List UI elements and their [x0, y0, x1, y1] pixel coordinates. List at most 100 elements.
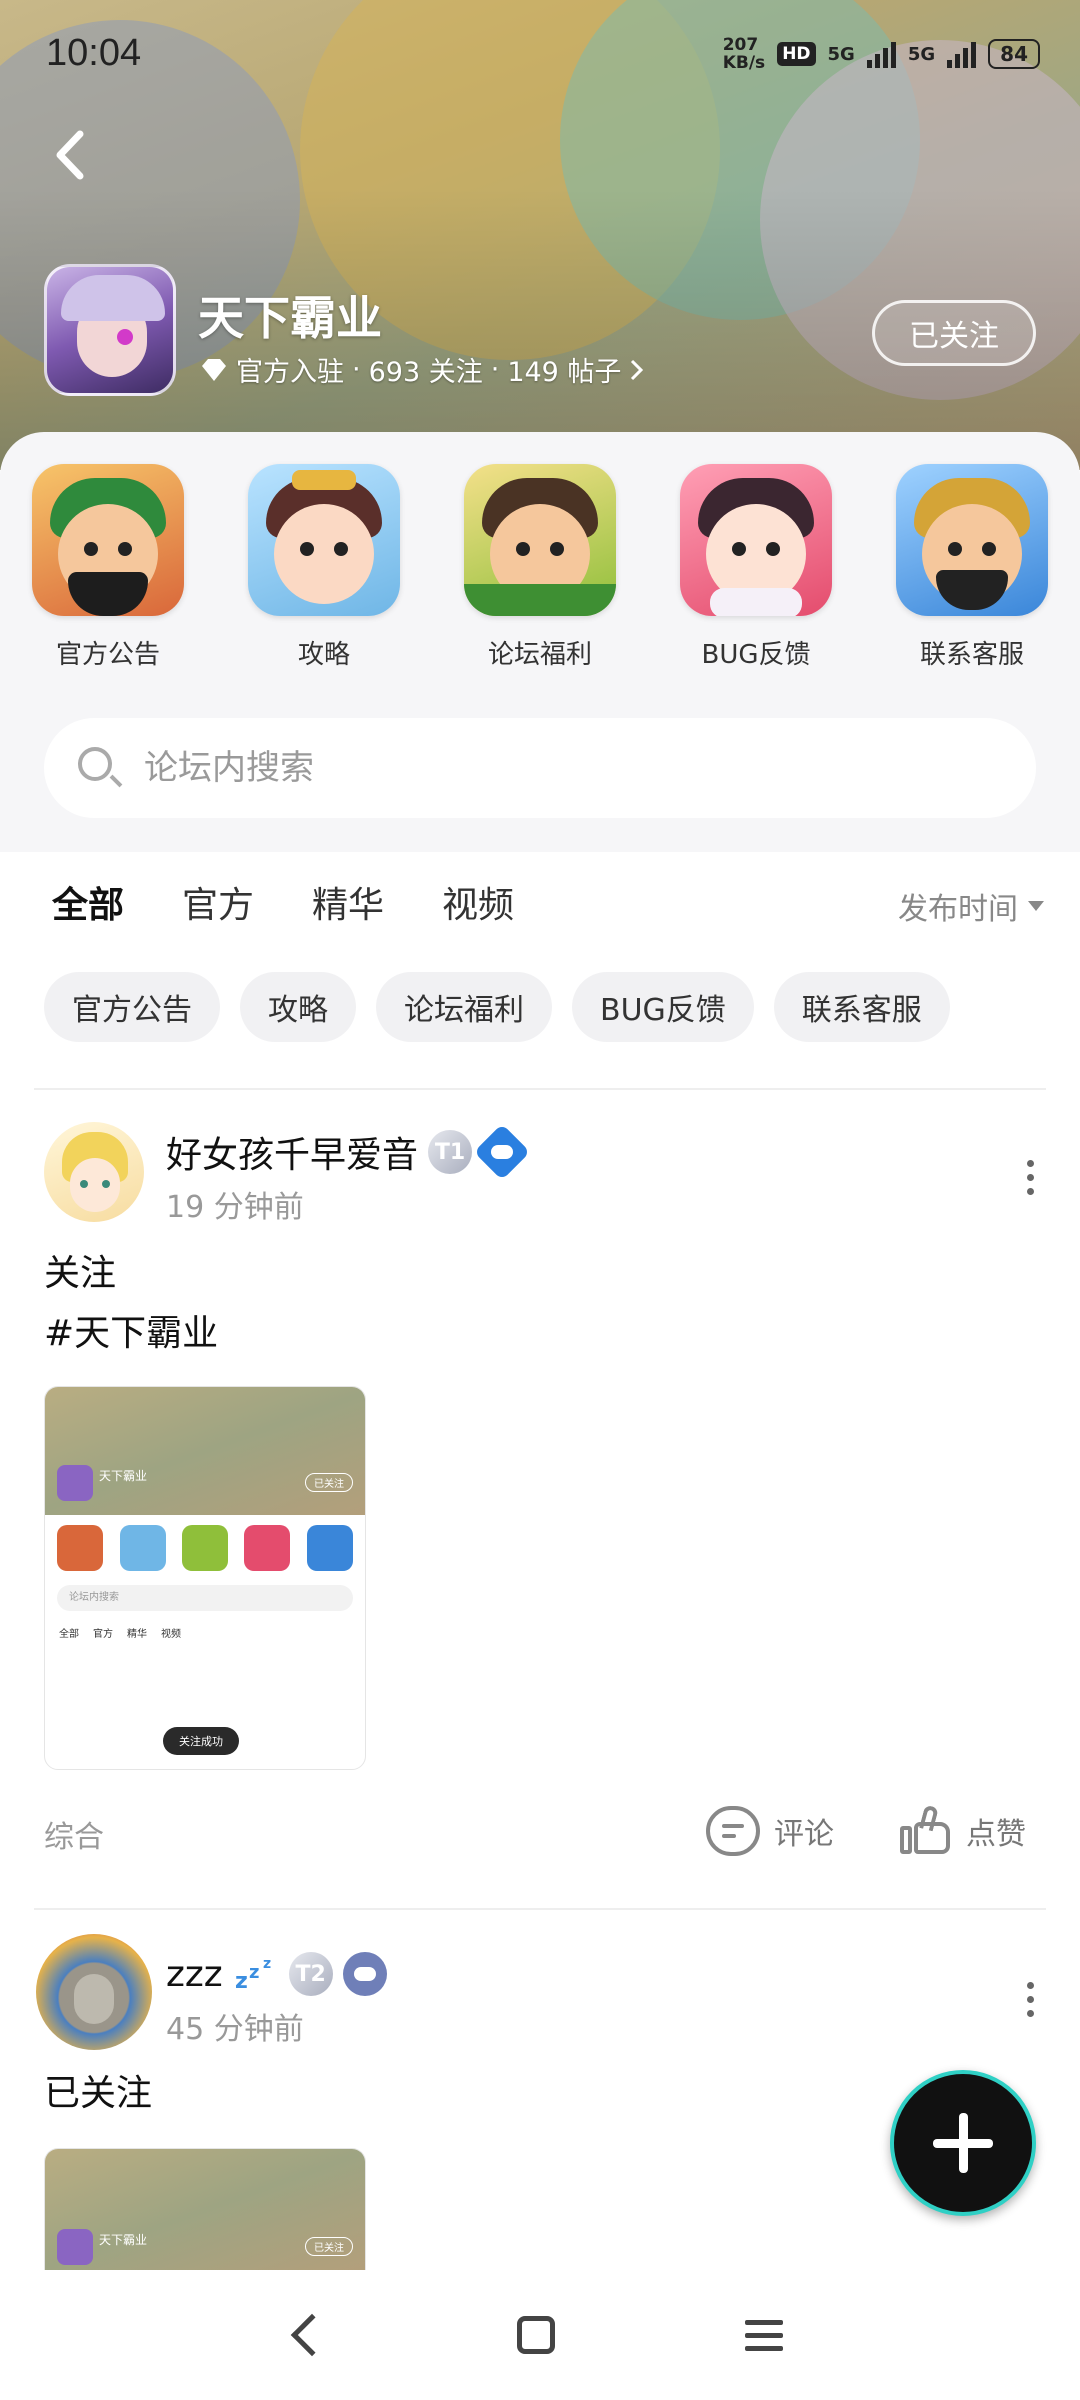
battery-icon: 84	[988, 39, 1040, 69]
gamepad-badge-icon	[473, 1123, 531, 1181]
comment-icon	[706, 1806, 760, 1856]
thumb-categories	[45, 1515, 365, 1575]
category-chips: 官方公告 攻略 论坛福利 BUG反馈 联系客服	[44, 972, 950, 1042]
post-line: 关注	[44, 1253, 117, 1294]
post-author[interactable]: 好女孩千早爱音 T1	[166, 1123, 531, 1181]
thumb-search: 论坛内搜索	[57, 1585, 353, 1611]
forum-avatar[interactable]	[44, 264, 176, 396]
level-badge-icon: T1	[428, 1130, 473, 1174]
tab-all[interactable]: 全部	[52, 876, 125, 936]
net1-label: 5G	[827, 43, 855, 65]
girl-avatar-icon	[680, 464, 832, 616]
post-more-button[interactable]	[1027, 1982, 1034, 2017]
heroine-avatar-icon	[248, 464, 400, 616]
level-badge-icon: T2	[288, 1952, 333, 1996]
system-nav-bar	[0, 2270, 1080, 2400]
thumbs-up-icon	[900, 1804, 952, 1856]
post-author[interactable]: zzz zzz T2	[166, 1952, 387, 1996]
thumb-tabs: 全部 官方 精华 视频	[59, 1629, 181, 1640]
warrior-avatar-icon	[464, 464, 616, 616]
comment-button[interactable]: 评论	[706, 1806, 834, 1856]
post-more-button[interactable]	[1027, 1160, 1034, 1195]
divider	[34, 1908, 1046, 1910]
chip-bug-feedback[interactable]: BUG反馈	[572, 972, 754, 1042]
chip-official-announcement[interactable]: 官方公告	[44, 972, 220, 1042]
nav-back-icon[interactable]	[290, 2313, 334, 2357]
signal-icon-2	[947, 40, 977, 68]
chevron-right-icon	[631, 359, 644, 380]
tab-video[interactable]: 视频	[442, 876, 514, 928]
search-input[interactable]	[144, 748, 944, 788]
category-label: 攻略	[297, 640, 350, 670]
avatar[interactable]	[44, 1122, 144, 1222]
back-button[interactable]	[52, 130, 86, 188]
like-label: 点赞	[966, 1817, 1026, 1852]
guan-yu-avatar-icon	[32, 464, 184, 616]
category-label: 论坛福利	[487, 640, 592, 670]
sleep-z-icon: zzz	[235, 1956, 271, 1992]
category-official-announcement[interactable]: 官方公告	[28, 464, 188, 671]
tab-featured[interactable]: 精华	[312, 876, 384, 928]
plus-icon	[933, 2113, 993, 2173]
author-name: 好女孩千早爱音	[166, 1135, 419, 1176]
status-bar: 10:04 207 KB/s HD 5G 5G 84	[46, 28, 1040, 78]
chip-customer-service[interactable]: 联系客服	[773, 972, 950, 1042]
avatar[interactable]	[36, 1934, 152, 2050]
sort-dropdown[interactable]: 发布时间	[898, 884, 1044, 928]
thumb-banner: 天下霸业 已关注	[45, 1387, 365, 1515]
hd-icon: HD	[777, 42, 816, 66]
post-time: 45 分钟前	[166, 2012, 304, 2047]
svg-text:z: z	[263, 1956, 271, 1972]
chip-guide[interactable]: 攻略	[240, 972, 356, 1042]
search-icon	[74, 743, 124, 793]
svg-text:z: z	[249, 1962, 259, 1983]
thumb-avatar	[57, 1465, 93, 1501]
net2-label: 5G	[907, 43, 936, 65]
gamepad-badge-icon	[342, 1952, 387, 1996]
sort-label: 发布时间	[898, 892, 1018, 927]
speed-value: 207	[722, 35, 759, 55]
category-customer-service[interactable]: 联系客服	[892, 464, 1052, 671]
category-bug-feedback[interactable]: BUG反馈	[676, 464, 836, 671]
caret-down-icon	[1028, 901, 1044, 911]
chip-forum-welfare[interactable]: 论坛福利	[376, 972, 552, 1042]
forum-title: 天下霸业	[198, 291, 382, 345]
category-guide[interactable]: 攻略	[244, 464, 404, 671]
nav-menu-icon[interactable]	[745, 2319, 783, 2351]
post-body[interactable]: 关注 #天下霸业	[44, 1244, 218, 1364]
signal-icon	[866, 40, 896, 68]
post-hashtag[interactable]: #天下霸业	[44, 1304, 218, 1364]
tab-official[interactable]: 官方	[182, 876, 254, 928]
create-post-button[interactable]	[890, 2070, 1036, 2216]
category-forum-welfare[interactable]: 论坛福利	[460, 464, 620, 671]
status-time: 10:04	[46, 32, 142, 74]
post-category-tag[interactable]: 综合	[44, 1812, 104, 1856]
post-body[interactable]: 已关注	[44, 2064, 152, 2124]
svg-text:z: z	[235, 1969, 248, 1992]
general-avatar-icon	[896, 464, 1048, 616]
like-button[interactable]: 点赞	[900, 1804, 1026, 1856]
nav-home-icon[interactable]	[517, 2316, 555, 2354]
thumb-toast: 关注成功	[163, 1727, 239, 1755]
category-label: 官方公告	[55, 640, 160, 670]
meta-posts: 149 帖子	[507, 357, 622, 388]
thumb-avatar	[57, 2229, 93, 2265]
forum-meta[interactable]: 官方入驻 · 693 关注 · 149 帖子	[200, 350, 645, 389]
thumb-title: 天下霸业	[99, 1469, 148, 1483]
post-image[interactable]: 天下霸业 已关注 论坛内搜索 全部 官方 精华 视频 关注成功	[44, 1386, 366, 1770]
chevron-left-icon	[56, 130, 84, 180]
forum-search-bar[interactable]	[44, 718, 1036, 818]
meta-official: 官方入驻	[236, 357, 344, 388]
post-line: 已关注	[44, 2073, 153, 2114]
post-footer: 综合	[44, 1804, 1036, 1864]
divider	[34, 1088, 1046, 1090]
category-label: 联系客服	[919, 640, 1024, 670]
category-row: 官方公告 攻略 论坛福利 BUG反馈 联系客服	[0, 464, 1080, 671]
thumb-title: 天下霸业	[99, 2233, 148, 2247]
comment-label: 评论	[774, 1817, 834, 1852]
category-label: BUG反馈	[701, 640, 811, 670]
thumb-follow: 已关注	[305, 1473, 353, 1492]
post-image[interactable]: 天下霸业 已关注	[44, 2148, 366, 2270]
follow-button[interactable]: 已关注	[872, 300, 1036, 366]
post-time: 19 分钟前	[166, 1190, 304, 1225]
